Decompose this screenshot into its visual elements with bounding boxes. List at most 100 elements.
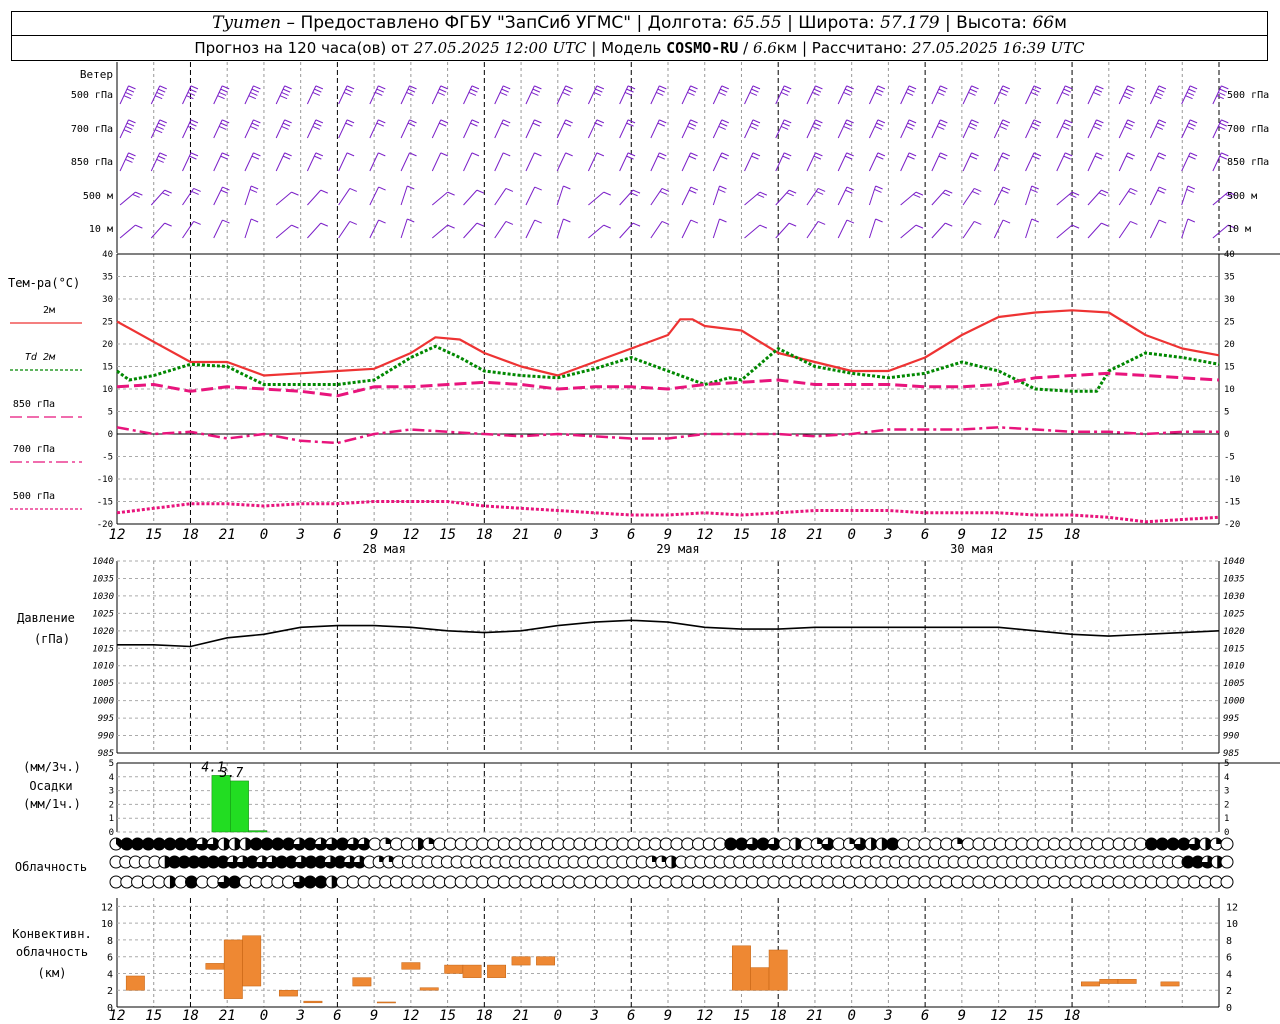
hour-label-bottom: 3 bbox=[295, 1008, 304, 1024]
wind-barb bbox=[1025, 85, 1035, 105]
temp-legend-label-2: 850 гПа bbox=[13, 399, 55, 410]
cloud-circle bbox=[141, 875, 155, 889]
wind-barb bbox=[1212, 152, 1222, 172]
wind-barb bbox=[525, 85, 535, 105]
precip-unit-bottom: (мм/1ч.) bbox=[23, 797, 81, 811]
wind-barb-flag bbox=[759, 224, 768, 229]
wind-barb-flag bbox=[844, 155, 853, 160]
wind-barb-flag bbox=[940, 85, 948, 90]
cloud-circle bbox=[605, 875, 619, 889]
wind-barb-flag bbox=[784, 152, 792, 157]
wind-barb bbox=[1149, 186, 1160, 206]
wind-barb-flag bbox=[815, 190, 824, 195]
cloud-circle bbox=[1026, 875, 1040, 889]
wind-level-label-right-3: 500 м bbox=[1227, 191, 1257, 202]
cloud-circle bbox=[1134, 837, 1148, 851]
conv-ytick-right: 10 bbox=[1226, 919, 1238, 930]
hour-label: 12 bbox=[402, 527, 419, 543]
wind-barb-flag bbox=[563, 122, 572, 127]
wind-barb-flag bbox=[815, 85, 823, 90]
wind-barb-flag bbox=[250, 125, 258, 130]
wind-barb-flag bbox=[440, 152, 448, 157]
wind-barb-flag bbox=[876, 122, 884, 127]
cloud-circle bbox=[1069, 875, 1083, 889]
hour-label-bottom: 6 bbox=[627, 1008, 635, 1024]
wind-barb bbox=[1181, 85, 1191, 105]
wind-barb-flag bbox=[1186, 91, 1195, 96]
temp-legend-label-0: 2м bbox=[43, 305, 55, 316]
pres-ytick-right: 1035 bbox=[1223, 574, 1245, 584]
wind-barb bbox=[588, 224, 605, 239]
wind-barb-flag bbox=[159, 152, 167, 157]
wind-barb bbox=[712, 185, 720, 206]
date-label: 29 мая bbox=[656, 542, 699, 556]
cloud-circle bbox=[735, 875, 749, 889]
wind-barb-flag bbox=[1001, 122, 1009, 127]
wind-barb bbox=[1212, 119, 1222, 139]
wind-barb bbox=[837, 85, 848, 105]
conv-title-1: Конвективн. bbox=[12, 927, 91, 941]
pres-ytick-left: 1010 bbox=[92, 662, 114, 672]
cloud-circle bbox=[584, 875, 598, 889]
conv-title-2: облачность bbox=[16, 945, 88, 959]
cloud-fill-full bbox=[271, 838, 284, 850]
wind-barb-flag bbox=[132, 193, 140, 198]
wind-barb-flag bbox=[661, 220, 670, 225]
wind-barb bbox=[244, 218, 252, 239]
hour-label-bottom: 0 bbox=[554, 1008, 562, 1024]
wind-barb bbox=[931, 222, 946, 239]
wind-barb-flag bbox=[1125, 122, 1134, 127]
cloud-circle bbox=[918, 875, 932, 889]
cloud-circle bbox=[1220, 837, 1234, 851]
wind-barb-flag bbox=[375, 91, 383, 96]
wind-barb-flag bbox=[1096, 152, 1104, 157]
cloud-circle bbox=[670, 875, 684, 889]
wind-barb-flag bbox=[659, 190, 668, 195]
wind-barb-flag bbox=[1125, 88, 1134, 93]
wind-barb-flag bbox=[156, 91, 164, 96]
wind-barb-flag bbox=[689, 189, 697, 194]
hour-label-bottom: 15 bbox=[145, 1008, 162, 1024]
wind-barb-flag bbox=[908, 85, 917, 90]
cloud-circle bbox=[497, 837, 511, 851]
wind-barb-flag bbox=[291, 224, 299, 229]
wind-barb bbox=[182, 152, 192, 172]
wind-barb bbox=[150, 189, 166, 206]
wind-barb bbox=[307, 222, 322, 239]
hour-label-bottom: 12 bbox=[402, 1008, 419, 1024]
cloud-circle bbox=[691, 837, 705, 851]
wind-barb-flag bbox=[972, 190, 980, 195]
wind-barb bbox=[868, 185, 877, 206]
hour-label-bottom: 18 bbox=[1064, 1008, 1081, 1024]
hour-label: 12 bbox=[990, 527, 1007, 543]
wind-barb bbox=[306, 119, 317, 139]
wind-barb-flag bbox=[250, 185, 259, 190]
wind-barb-flag bbox=[752, 152, 761, 157]
wind-barb-flag bbox=[1001, 155, 1009, 160]
conv-ytick-right: 8 bbox=[1226, 936, 1232, 947]
wind-barb-flag bbox=[221, 119, 230, 124]
hour-label: 12 bbox=[109, 527, 126, 543]
conv-ytick-right: 6 bbox=[1226, 953, 1232, 964]
wind-barb-flag bbox=[874, 91, 883, 96]
cloud-circle bbox=[864, 875, 878, 889]
temp-ytick-right: -10 bbox=[1224, 475, 1240, 485]
wind-barb bbox=[525, 219, 536, 239]
pres-ytick-left: 990 bbox=[98, 732, 114, 742]
cloud-fill-full bbox=[185, 876, 198, 888]
wind-barb-flag bbox=[315, 152, 324, 157]
wind-barb-flag bbox=[1093, 91, 1101, 96]
cloud-circle bbox=[433, 875, 447, 889]
cloud-circle bbox=[508, 875, 522, 889]
cloud-circle bbox=[1112, 837, 1126, 851]
pres-ytick-right: 1020 bbox=[1223, 627, 1245, 637]
wind-barb-flag bbox=[1127, 85, 1135, 90]
convective-bar bbox=[125, 975, 145, 991]
wind-barb bbox=[1087, 119, 1097, 139]
wind-barb-flag bbox=[125, 125, 133, 130]
convective-bar bbox=[536, 956, 555, 966]
wind-barb bbox=[463, 119, 473, 139]
cloud-circle bbox=[368, 875, 382, 889]
conv-ytick-left: 10 bbox=[101, 919, 113, 930]
conv-ytick-left: 12 bbox=[101, 902, 113, 913]
